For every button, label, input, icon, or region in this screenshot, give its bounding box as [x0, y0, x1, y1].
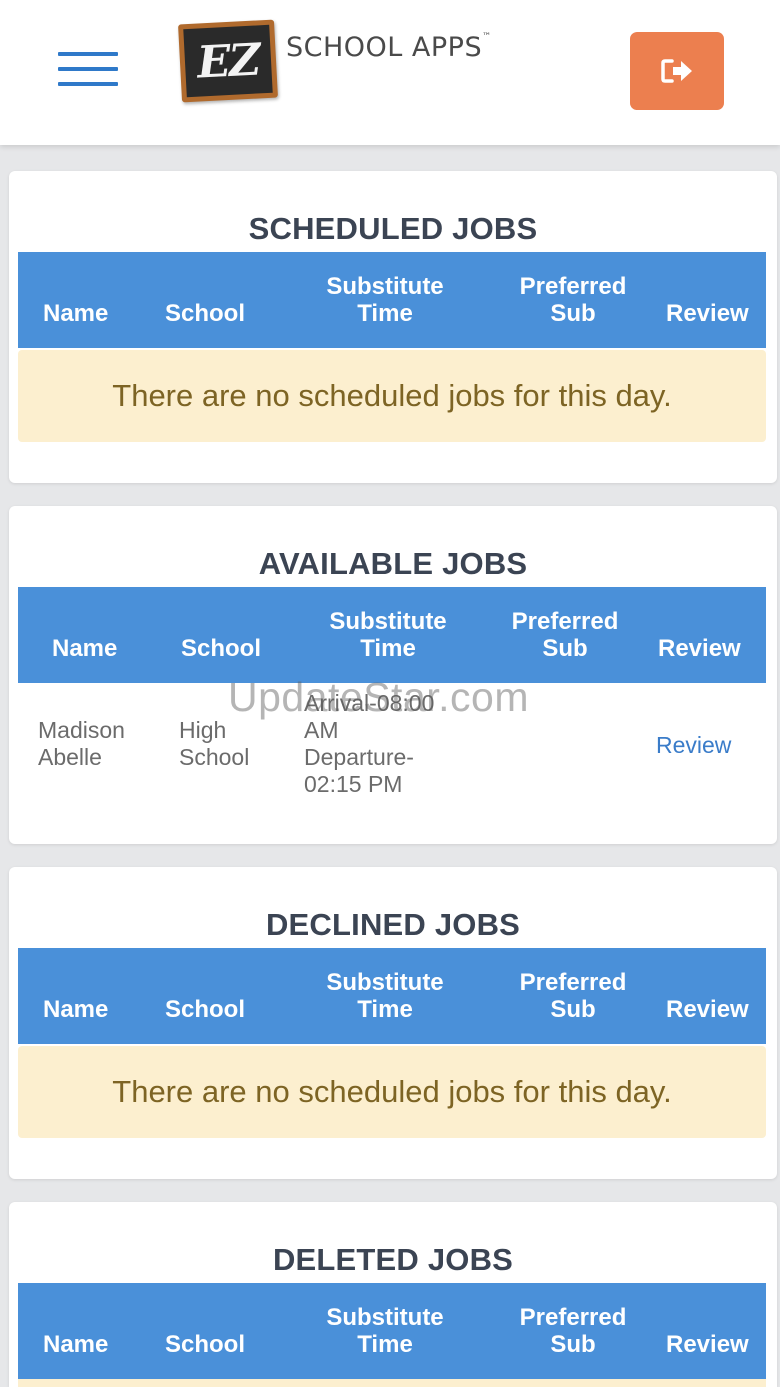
col-name: Name	[52, 635, 118, 662]
sign-out-icon	[661, 59, 692, 83]
app-header: EZ SCHOOL APPS™	[0, 0, 780, 145]
declined-empty-alert: There are no scheduled jobs for this day…	[18, 1046, 766, 1138]
col-school: School	[181, 635, 262, 662]
col-school: School	[165, 300, 246, 327]
scheduled-jobs-table-header: Name School Substitute Time Preferred Su…	[18, 252, 766, 348]
deleted-jobs-table-header: Name School Substitute Time Preferred Su…	[18, 1283, 766, 1379]
scheduled-jobs-title: SCHEDULED JOBS	[248, 211, 538, 246]
col-substitute-time: Substitute Time	[326, 1304, 444, 1358]
col-substitute-time: Substitute Time	[326, 969, 444, 1023]
deleted-jobs-title: DELETED JOBS	[272, 1242, 514, 1277]
available-jobs-card: AVAILABLE JOBS Name School Substitute Ti…	[9, 506, 777, 844]
col-substitute-time: Substitute Time	[329, 608, 447, 662]
logo-badge: EZ	[178, 19, 278, 103]
col-school: School	[165, 1331, 246, 1358]
hamburger-menu-icon[interactable]	[58, 52, 120, 88]
col-review: Review	[666, 1331, 749, 1358]
logout-button[interactable]	[630, 32, 724, 110]
available-jobs-title: AVAILABLE JOBS	[258, 546, 528, 581]
available-jobs-table-header: Name School Substitute Time Preferred Su…	[18, 587, 766, 683]
col-substitute-time: Substitute Time	[326, 273, 444, 327]
col-preferred-sub: Preferred Sub	[519, 1304, 627, 1358]
deleted-jobs-card: DELETED JOBS Name School Substitute Time…	[9, 1202, 777, 1387]
col-school: School	[165, 996, 246, 1023]
col-name: Name	[43, 300, 109, 327]
col-preferred-sub: Preferred Sub	[519, 969, 627, 1023]
logo-mark: EZ	[195, 33, 261, 89]
col-review: Review	[658, 635, 741, 662]
logo-text: SCHOOL APPS™	[286, 32, 492, 63]
col-preferred-sub: Preferred Sub	[511, 608, 619, 662]
job-school: High School	[179, 717, 250, 770]
col-name: Name	[43, 1331, 109, 1358]
col-preferred-sub: Preferred Sub	[519, 273, 627, 327]
declined-jobs-card: DECLINED JOBS Name School Substitute Tim…	[9, 867, 777, 1179]
deleted-empty-alert-partial	[18, 1379, 766, 1387]
col-review: Review	[666, 996, 749, 1023]
job-name: Madison Abelle	[38, 717, 125, 770]
col-name: Name	[43, 996, 109, 1023]
declined-jobs-title: DECLINED JOBS	[265, 907, 521, 942]
job-substitute-time: Arrival-08:00 AM Departure- 02:15 PM	[304, 690, 435, 797]
review-link[interactable]: Review	[656, 732, 731, 759]
declined-jobs-table-header: Name School Substitute Time Preferred Su…	[18, 948, 766, 1044]
scheduled-jobs-card: SCHEDULED JOBS Name School Substitute Ti…	[9, 171, 777, 483]
col-review: Review	[666, 300, 749, 327]
scheduled-empty-alert: There are no scheduled jobs for this day…	[18, 350, 766, 442]
